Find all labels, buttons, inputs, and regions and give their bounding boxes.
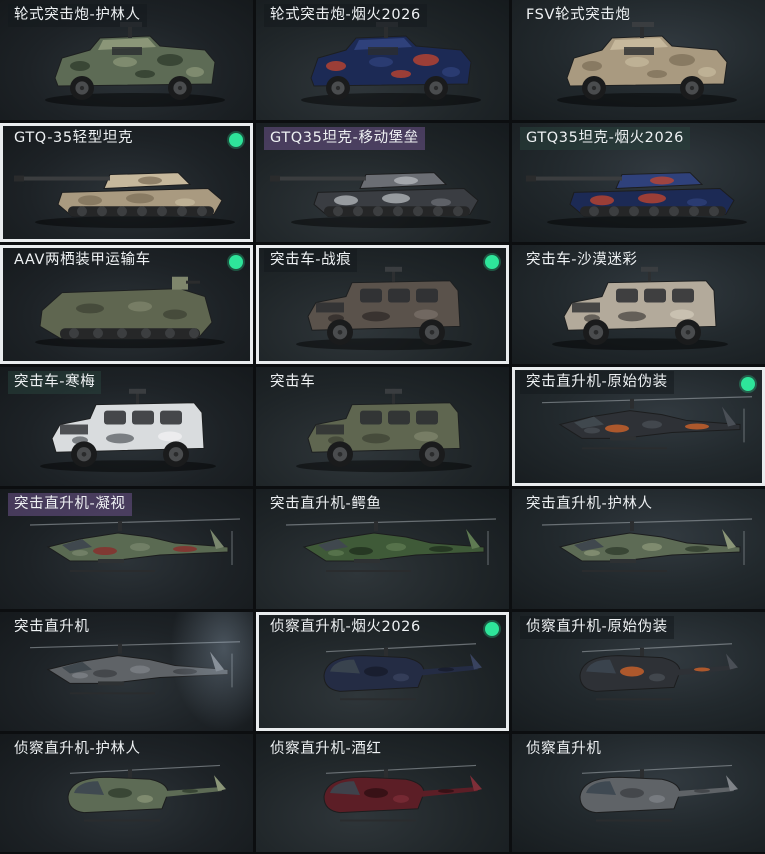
vehicle-card[interactable]: 侦察直升机-烟火2026 xyxy=(256,612,509,731)
equipped-indicator-icon xyxy=(229,133,243,147)
vehicle-name: GTQ35坦克-烟火2026 xyxy=(520,127,690,150)
vehicle-card[interactable]: 侦察直升机-酒红 xyxy=(256,734,509,852)
vehicle-card[interactable]: 突击车-寒梅 xyxy=(0,367,253,486)
vehicle-card[interactable]: 突击车-沙漠迷彩 xyxy=(512,245,765,364)
vehicle-name: 侦察直升机-酒红 xyxy=(270,741,382,757)
equipped-indicator-icon xyxy=(485,622,499,636)
vehicle-name: 侦察直升机-烟火2026 xyxy=(270,619,421,635)
vehicle-card[interactable]: GTQ35坦克-移动堡垒 xyxy=(256,123,509,242)
vehicle-name: 突击车-战痕 xyxy=(264,249,358,272)
equipped-indicator-icon xyxy=(741,377,755,391)
vehicle-name: 突击车 xyxy=(270,374,316,390)
vehicle-name: 突击直升机-凝视 xyxy=(8,493,132,516)
vehicle-name: 轮式突击炮-护林人 xyxy=(8,4,147,27)
vehicle-name: 突击车-沙漠迷彩 xyxy=(526,252,638,268)
vehicle-name: GTQ35坦克-移动堡垒 xyxy=(264,127,425,150)
vehicle-name: AAV两栖装甲运输车 xyxy=(14,252,151,268)
vehicle-name: GTQ-35轻型坦克 xyxy=(14,130,134,146)
vehicle-name: 轮式突击炮-烟火2026 xyxy=(264,4,427,27)
vehicle-name: FSV轮式突击炮 xyxy=(526,7,631,23)
vehicle-card[interactable]: 突击直升机 xyxy=(0,612,253,731)
vehicle-name: 突击直升机-护林人 xyxy=(526,496,653,512)
vehicle-name: 突击车-寒梅 xyxy=(8,371,102,394)
vehicle-card[interactable]: GTQ35坦克-烟火2026 xyxy=(512,123,765,242)
vehicle-card[interactable]: FSV轮式突击炮 xyxy=(512,0,765,120)
vehicle-card[interactable]: 突击直升机-凝视 xyxy=(0,489,253,609)
vehicle-name: 突击直升机-原始伪装 xyxy=(520,371,674,394)
vehicle-card[interactable]: 侦察直升机-原始伪装 xyxy=(512,612,765,731)
vehicle-card[interactable]: 突击直升机-原始伪装 xyxy=(512,367,765,486)
vehicle-card[interactable]: 轮式突击炮-护林人 xyxy=(0,0,253,120)
vehicle-card[interactable]: 突击车-战痕 xyxy=(256,245,509,364)
vehicle-card[interactable]: AAV两栖装甲运输车 xyxy=(0,245,253,364)
vehicle-name: 侦察直升机 xyxy=(526,741,602,757)
spotlight-glow xyxy=(170,612,253,731)
vehicle-card[interactable]: 侦察直升机 xyxy=(512,734,765,852)
vehicle-card[interactable]: 突击直升机-鳄鱼 xyxy=(256,489,509,609)
equipped-indicator-icon xyxy=(229,255,243,269)
vehicle-card[interactable]: GTQ-35轻型坦克 xyxy=(0,123,253,242)
vehicle-card[interactable]: 突击直升机-护林人 xyxy=(512,489,765,609)
vehicle-name: 突击直升机-鳄鱼 xyxy=(270,496,382,512)
vehicle-name: 侦察直升机-原始伪装 xyxy=(520,616,674,639)
equipped-indicator-icon xyxy=(485,255,499,269)
vehicle-card[interactable]: 侦察直升机-护林人 xyxy=(0,734,253,852)
vehicle-name: 侦察直升机-护林人 xyxy=(14,741,141,757)
vehicle-card[interactable]: 轮式突击炮-烟火2026 xyxy=(256,0,509,120)
vehicle-name: 突击直升机 xyxy=(14,619,90,635)
vehicle-card[interactable]: 突击车 xyxy=(256,367,509,486)
vehicle-grid: 轮式突击炮-护林人 轮式突击炮-烟火2026 FSV轮式突击炮 GTQ-35轻型… xyxy=(0,0,765,854)
